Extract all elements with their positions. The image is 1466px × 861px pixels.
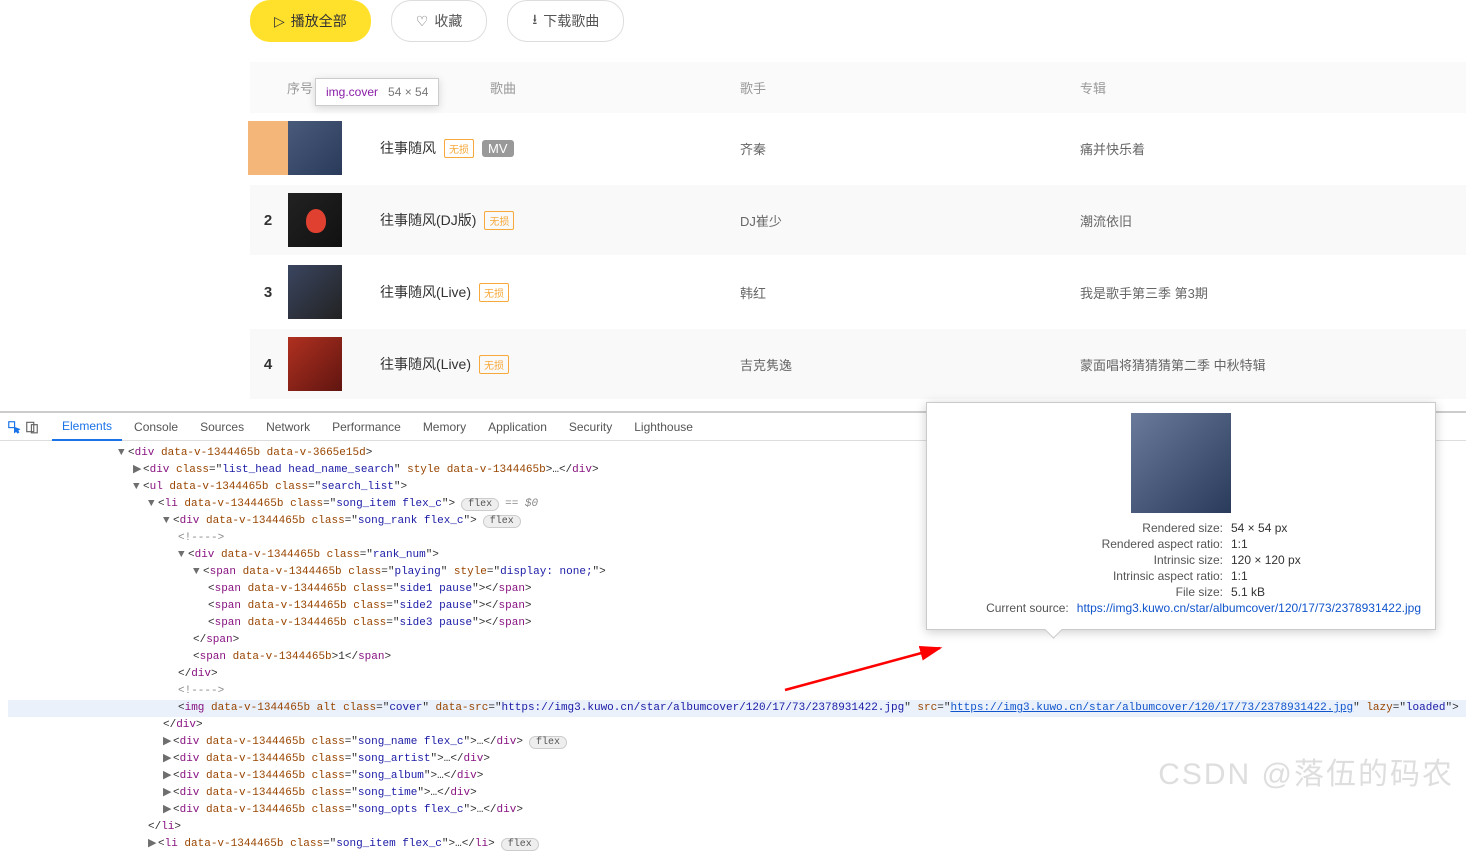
artist-name[interactable]: 韩红 (740, 283, 1080, 302)
header-artist: 歌手 (740, 78, 1080, 97)
tooltip-dimensions: 54 × 54 (388, 85, 428, 99)
intrinsic-size-value: 120 × 120 px (1231, 553, 1301, 567)
artist-name[interactable]: 吉克隽逸 (740, 355, 1080, 374)
album-name[interactable]: 我是歌手第三季 第3期 (1080, 283, 1466, 302)
tab-memory[interactable]: Memory (413, 414, 476, 440)
intrinsic-size-label: Intrinsic size: (941, 553, 1231, 567)
album-cover[interactable] (288, 265, 342, 319)
rank-number: 2 (258, 212, 278, 229)
tab-console[interactable]: Console (124, 414, 188, 440)
preview-thumbnail (1131, 413, 1231, 513)
download-button[interactable]: ⭳ 下载歌曲 (507, 0, 624, 42)
rendered-size-value: 54 × 54 px (1231, 521, 1287, 535)
mv-badge[interactable]: MV (482, 140, 514, 157)
file-size-value: 5.1 kB (1231, 585, 1265, 599)
tab-application[interactable]: Application (478, 414, 557, 440)
heart-icon: ♡ (416, 13, 429, 30)
play-icon: ▷ (274, 13, 285, 30)
table-row[interactable]: 2 往事随风(DJ版) 无损 DJ崔少 潮流依旧 (250, 185, 1466, 255)
file-size-label: File size: (941, 585, 1231, 599)
current-source-label: Current source: (941, 601, 1077, 615)
artist-name[interactable]: 齐秦 (740, 139, 1080, 158)
quality-badge: 无损 (444, 139, 474, 158)
album-cover[interactable] (288, 193, 342, 247)
rank-number: 3 (258, 284, 278, 301)
tab-network[interactable]: Network (256, 414, 320, 440)
selected-dom-node[interactable]: <img data-v-1344465b alt class="cover" d… (8, 700, 1466, 717)
rank-number: 4 (258, 356, 278, 373)
download-icon: ⭳ (532, 9, 537, 33)
rendered-size-label: Rendered size: (941, 521, 1231, 535)
song-name[interactable]: 往事随风(Live) (380, 282, 471, 302)
song-name[interactable]: 往事随风 (380, 138, 436, 158)
quality-badge: 无损 (479, 283, 509, 302)
tab-sources[interactable]: Sources (190, 414, 254, 440)
rendered-ratio-label: Rendered aspect ratio: (941, 537, 1231, 551)
tab-security[interactable]: Security (559, 414, 622, 440)
header-album: 专辑 (1080, 78, 1466, 97)
quality-badge: 无损 (479, 355, 509, 374)
quality-badge: 无损 (484, 211, 514, 230)
intrinsic-ratio-value: 1:1 (1231, 569, 1248, 583)
table-row[interactable]: 4 往事随风(Live) 无损 吉克隽逸 蒙面唱将猜猜猜第二季 中秋特辑 (250, 329, 1466, 399)
play-all-label: 播放全部 (291, 11, 347, 31)
album-name[interactable]: 潮流依旧 (1080, 211, 1466, 230)
table-row[interactable]: 1 往事随风无损MV 齐秦 痛并快乐着 (250, 113, 1466, 183)
album-name[interactable]: 痛并快乐着 (1080, 139, 1466, 158)
download-label: 下载歌曲 (543, 11, 599, 31)
action-bar: ▷ 播放全部 ♡ 收藏 ⭳ 下载歌曲 (250, 0, 1466, 62)
song-name[interactable]: 往事随风(DJ版) (380, 210, 476, 230)
album-cover[interactable] (288, 121, 342, 175)
device-toolbar-icon[interactable] (24, 419, 40, 435)
table-row[interactable]: 3 往事随风(Live) 无损 韩红 我是歌手第三季 第3期 (250, 257, 1466, 327)
tab-elements[interactable]: Elements (52, 413, 122, 441)
tab-performance[interactable]: Performance (322, 414, 411, 440)
play-all-button[interactable]: ▷ 播放全部 (250, 0, 371, 42)
tooltip-selector: img.cover (326, 85, 378, 99)
favorite-label: 收藏 (434, 11, 462, 31)
song-list: 1 往事随风无损MV 齐秦 痛并快乐着 2 往事随风(DJ版)无损 DJ崔少 潮… (250, 113, 1466, 399)
tab-lighthouse[interactable]: Lighthouse (624, 414, 703, 440)
intrinsic-ratio-label: Intrinsic aspect ratio: (941, 569, 1231, 583)
favorite-button[interactable]: ♡ 收藏 (391, 0, 488, 42)
image-preview-popover: Rendered size:54 × 54 px Rendered aspect… (926, 402, 1436, 630)
rendered-ratio-value: 1:1 (1231, 537, 1248, 551)
inspect-icon[interactable] (6, 419, 22, 435)
current-source-value[interactable]: https://img3.kuwo.cn/star/albumcover/120… (1077, 601, 1421, 615)
album-cover[interactable] (288, 337, 342, 391)
album-name[interactable]: 蒙面唱将猜猜猜第二季 中秋特辑 (1080, 355, 1466, 374)
song-name[interactable]: 往事随风(Live) (380, 354, 471, 374)
element-inspect-tooltip: img.cover 54 × 54 (315, 78, 439, 106)
artist-name[interactable]: DJ崔少 (740, 211, 1080, 230)
